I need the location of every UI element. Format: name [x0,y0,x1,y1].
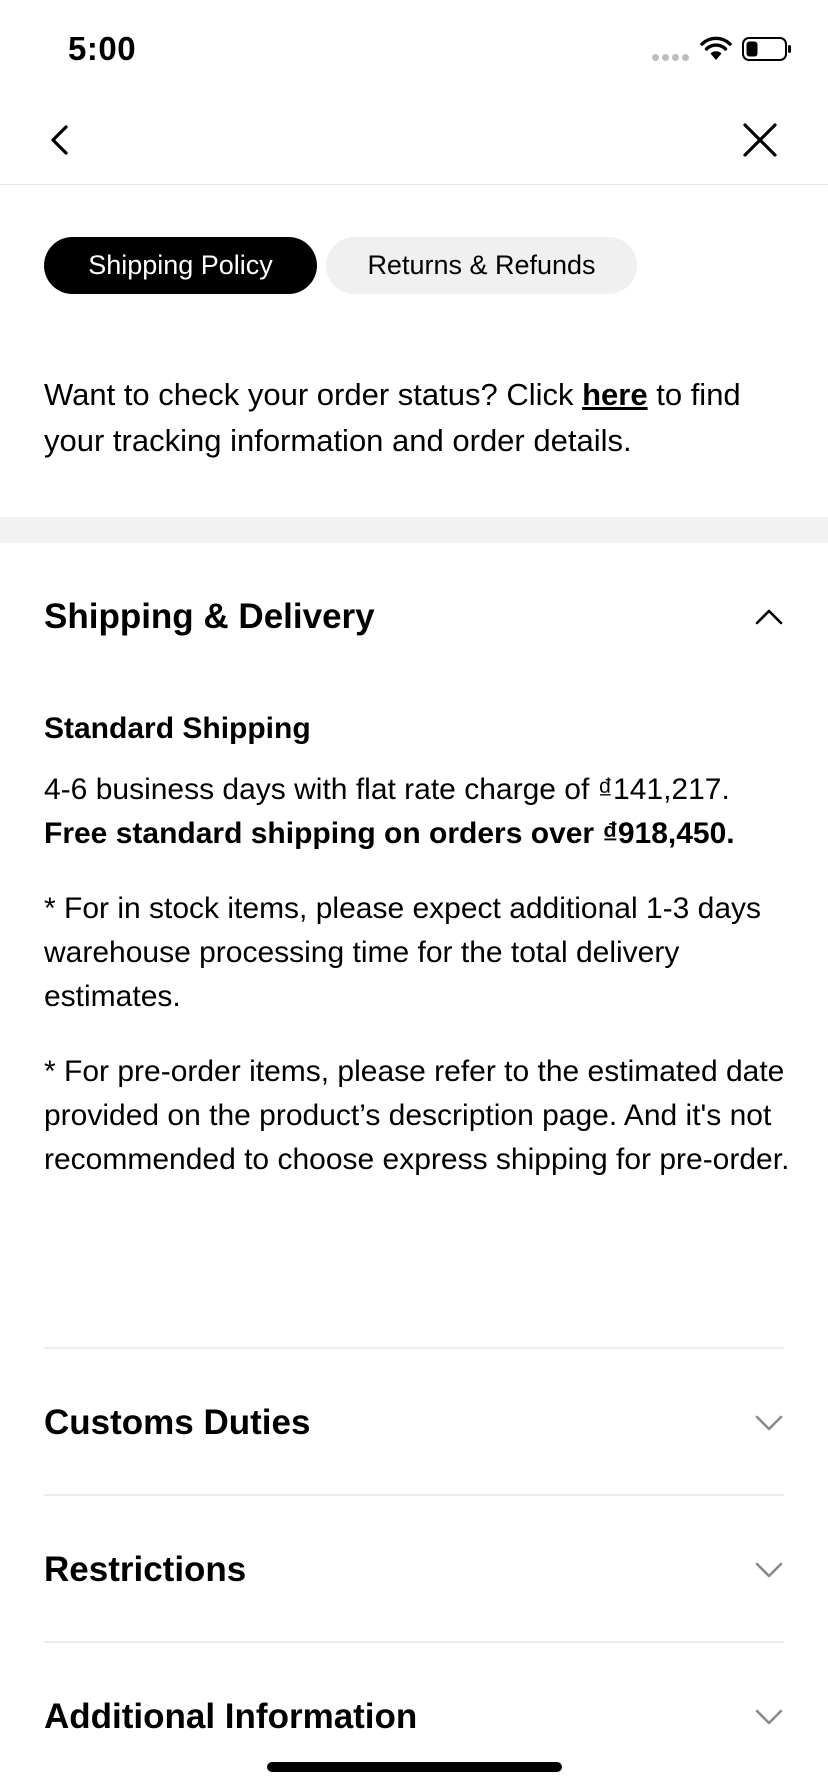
back-chevron-icon[interactable] [40,120,80,160]
order-status-intro: Want to check your order status? Click h… [44,372,794,464]
shipping-delivery-header[interactable]: Shipping & Delivery [44,592,784,642]
battery-icon [742,37,791,61]
restrictions-title: Restrictions [44,1550,247,1589]
tab-returns-refunds[interactable]: Returns & Refunds [326,237,637,294]
customs-duties-header[interactable]: Customs Duties [44,1398,784,1448]
shipping-delivery-content: Standard Shipping 4-6 business days with… [44,712,794,1213]
additional-information-header[interactable]: Additional Information [44,1692,784,1742]
policy-tabs: Shipping Policy Returns & Refunds [44,237,637,294]
status-time: 5:00 [68,30,137,67]
shipping-delivery-title: Shipping & Delivery [44,597,375,636]
home-indicator[interactable] [267,1762,562,1772]
customs-duties-title: Customs Duties [44,1403,311,1442]
chevron-down-icon [755,1415,783,1431]
chevron-up-icon [755,609,783,625]
chevron-down-icon [755,1562,783,1578]
section-separator [0,517,828,543]
divider [44,1494,784,1496]
close-icon[interactable] [740,120,780,160]
nav-bar [0,100,828,185]
order-status-link[interactable]: here [582,377,647,412]
intro-prefix: Want to check your order status? Click [44,377,583,412]
pre-order-note: * For pre-order items, please refer to t… [44,1055,790,1176]
restrictions-header[interactable]: Restrictions [44,1545,784,1595]
wifi-icon [700,36,732,60]
standard-shipping-text: 4-6 business days with flat rate charge … [44,768,794,856]
divider [44,1347,784,1349]
divider [44,1641,784,1643]
standard-shipping-title: Standard Shipping [44,712,311,745]
cellular-signal-icon [652,54,690,62]
status-bar: 5:00 [0,0,828,100]
chevron-down-icon [755,1709,783,1725]
shipping-rate-text: 4-6 business days with flat rate charge … [44,773,730,806]
free-shipping-text: Free standard shipping on orders over ₫9… [44,817,735,850]
additional-information-title: Additional Information [44,1697,418,1736]
in-stock-note: * For in stock items, please expect addi… [44,892,762,1013]
tab-shipping-policy[interactable]: Shipping Policy [44,237,317,294]
